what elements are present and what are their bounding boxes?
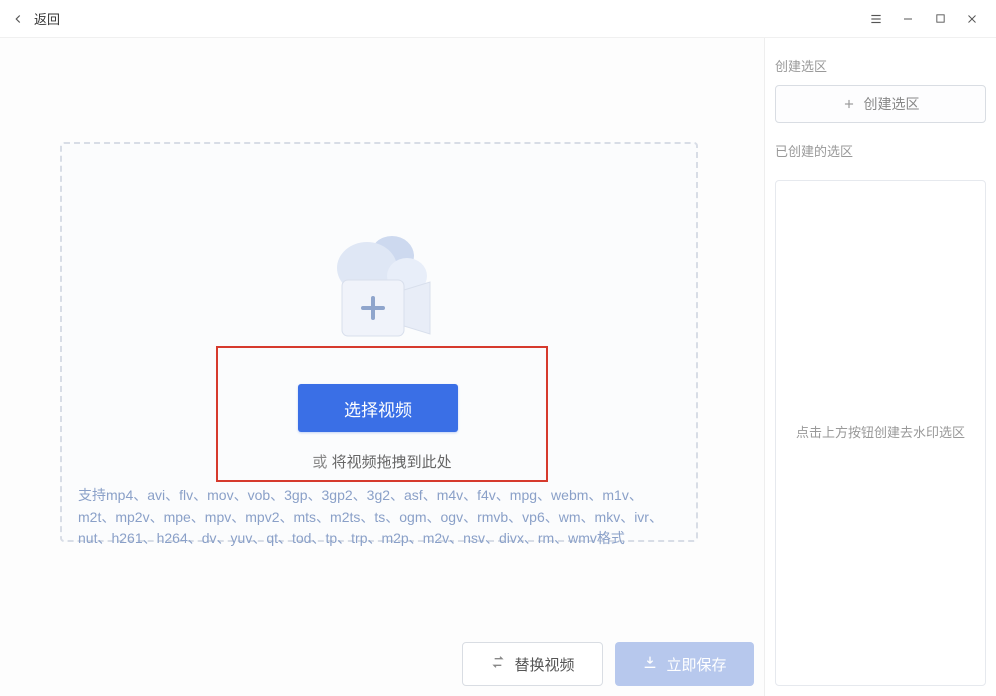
titlebar: 返回 <box>0 0 996 38</box>
drag-hint: 或 将视频拖拽到此处 <box>0 451 764 472</box>
supported-formats: 支持mp4、avi、flv、mov、vob、3gp、3gp2、3g2、asf、m… <box>78 485 680 550</box>
back-group[interactable]: 返回 <box>8 9 60 29</box>
create-region-button[interactable]: 创建选区 <box>775 85 986 123</box>
select-video-button[interactable]: 选择视频 <box>298 384 458 432</box>
menu-icon[interactable] <box>860 5 892 33</box>
video-upload-illustration <box>312 228 452 351</box>
swap-icon <box>490 654 506 674</box>
maximize-icon[interactable] <box>924 5 956 33</box>
minimize-icon[interactable] <box>892 5 924 33</box>
back-arrow-icon <box>8 9 28 29</box>
replace-video-button[interactable]: 替换视频 <box>462 642 603 686</box>
create-section-label: 创建选区 <box>775 56 986 75</box>
drag-hint-text: 将视频拖拽到此处 <box>332 454 452 471</box>
download-icon <box>642 654 658 674</box>
save-label: 立即保存 <box>666 654 726 675</box>
replace-video-label: 替换视频 <box>514 654 574 675</box>
back-label: 返回 <box>34 9 60 28</box>
plus-icon <box>842 97 856 111</box>
created-section-label: 已创建的选区 <box>775 141 986 160</box>
footer-buttons: 替换视频 立即保存 <box>462 642 754 686</box>
sidebar: 创建选区 创建选区 已创建的选区 点击上方按钮创建去水印选区 <box>764 38 996 696</box>
save-button[interactable]: 立即保存 <box>615 642 754 686</box>
or-text: 或 <box>312 454 327 471</box>
close-icon[interactable] <box>956 5 988 33</box>
main-area: 选择视频 或 将视频拖拽到此处 支持mp4、avi、flv、mov、vob、3g… <box>0 38 764 696</box>
region-list: 点击上方按钮创建去水印选区 <box>775 180 986 686</box>
create-region-label: 创建选区 <box>864 94 920 114</box>
region-empty-hint: 点击上方按钮创建去水印选区 <box>796 423 965 444</box>
window-controls <box>860 5 988 33</box>
